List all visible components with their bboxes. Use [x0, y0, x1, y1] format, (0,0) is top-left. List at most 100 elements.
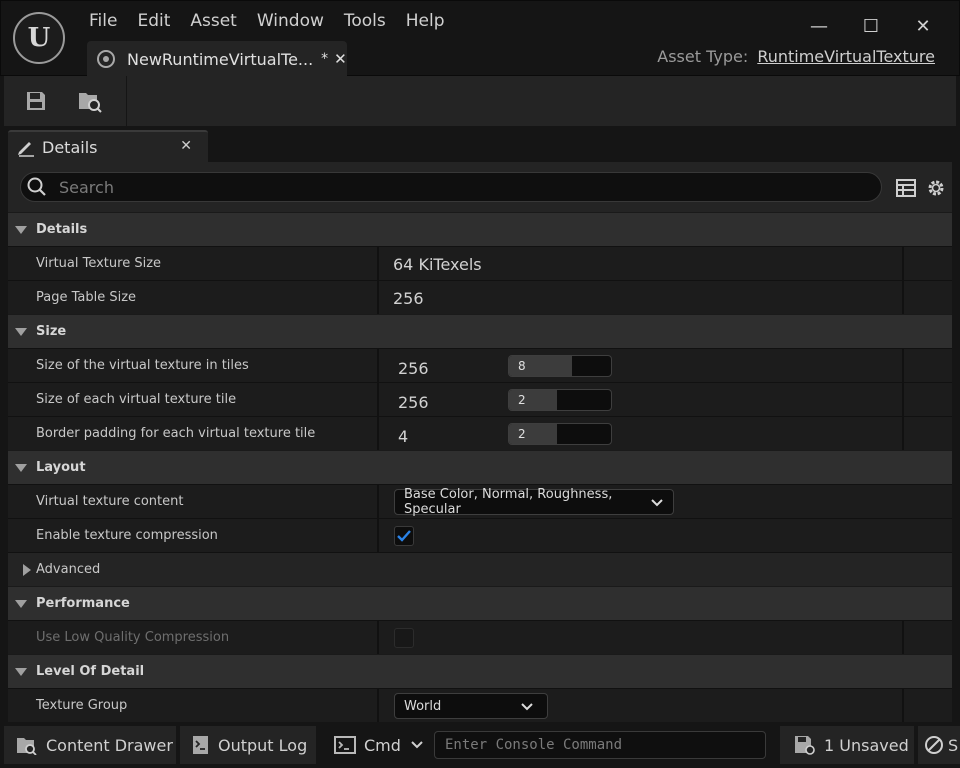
cmd-dropdown[interactable]: Cmd: [320, 726, 430, 764]
property-name: Use Low Quality Compression: [36, 630, 230, 645]
toolbar: [4, 76, 956, 126]
reset-column: [902, 383, 904, 416]
column-splitter[interactable]: [377, 281, 379, 314]
toolbar-separator: [126, 76, 127, 126]
texture-group-dropdown[interactable]: World: [394, 693, 548, 719]
column-splitter[interactable]: [377, 689, 379, 722]
category-size[interactable]: Size: [8, 314, 952, 348]
cmd-label: Cmd: [364, 735, 401, 755]
reset-column: [902, 417, 904, 450]
window-controls: — ☐ ✕: [793, 11, 949, 41]
category-label: Advanced: [36, 562, 101, 577]
close-window-button[interactable]: ✕: [897, 11, 949, 41]
tile-count-spinbox[interactable]: 8: [508, 355, 612, 377]
category-label: Layout: [36, 460, 86, 475]
property-row: Texture Group World: [8, 688, 952, 722]
details-tab[interactable]: Details ✕: [8, 130, 208, 162]
content-drawer-button[interactable]: Content Drawer: [4, 726, 176, 764]
source-control-disabled-icon: [925, 736, 943, 754]
column-splitter[interactable]: [377, 485, 379, 518]
property-row: Enable texture compression: [8, 518, 952, 552]
unreal-logo-icon[interactable]: U: [13, 12, 65, 64]
asset-type: Asset Type: RuntimeVirtualTexture: [657, 47, 935, 66]
virtual-texture-content-dropdown[interactable]: Base Color, Normal, Roughness, Specular: [394, 487, 674, 517]
column-splitter[interactable]: [377, 247, 379, 280]
expanded-arrow-icon: [14, 325, 28, 339]
property-row: Page Table Size 256: [8, 280, 952, 314]
property-name: Border padding for each virtual texture …: [36, 426, 316, 441]
menu-asset[interactable]: Asset: [180, 7, 246, 33]
menu-bar: File Edit Asset Window Tools Help: [79, 7, 455, 33]
spinbox-fill: [509, 424, 557, 444]
document-tab[interactable]: NewRuntimeVirtualTe... * ✕: [87, 41, 347, 77]
search-icon: [27, 177, 46, 196]
property-row: Size of each virtual texture tile 256 2: [8, 382, 952, 416]
property-list: Details Virtual Texture Size 64 KiTexels…: [8, 212, 952, 722]
category-level-of-detail[interactable]: Level Of Detail: [8, 654, 952, 688]
expanded-arrow-icon: [14, 597, 28, 611]
tile-size-spinbox[interactable]: 2: [508, 389, 612, 411]
minimize-button[interactable]: —: [793, 11, 845, 41]
spinbox-value: 8: [518, 359, 526, 373]
property-name: Size of each virtual texture tile: [36, 392, 237, 407]
property-row: Virtual Texture Size 64 KiTexels: [8, 246, 952, 280]
menu-help[interactable]: Help: [396, 7, 455, 33]
border-padding-spinbox[interactable]: 2: [508, 423, 612, 445]
gear-icon[interactable]: [926, 178, 946, 198]
browse-icon: [79, 93, 102, 113]
property-value: 256: [398, 393, 429, 412]
low-quality-compression-checkbox: [394, 628, 414, 648]
column-splitter[interactable]: [377, 383, 379, 416]
property-name: Virtual Texture Size: [36, 256, 162, 271]
property-row: Use Low Quality Compression: [8, 620, 952, 654]
column-splitter[interactable]: [377, 417, 379, 450]
menu-tools[interactable]: Tools: [334, 7, 396, 33]
menu-file[interactable]: File: [79, 7, 127, 33]
expanded-arrow-icon: [14, 223, 28, 237]
source-control-button[interactable]: S: [918, 726, 960, 764]
title-bar: U File Edit Asset Window Tools Help — ☐ …: [0, 0, 960, 77]
reset-column: [902, 349, 904, 382]
category-performance[interactable]: Performance: [8, 586, 952, 620]
dropdown-value: Base Color, Normal, Roughness, Specular: [404, 487, 613, 517]
category-layout[interactable]: Layout: [8, 450, 952, 484]
reset-column: [902, 247, 904, 280]
menu-window[interactable]: Window: [247, 7, 334, 33]
maximize-button[interactable]: ☐: [845, 11, 897, 41]
category-label: Details: [36, 222, 88, 237]
save-icon: [27, 92, 45, 110]
texture-compression-checkbox[interactable]: [394, 526, 414, 546]
property-value: 64 KiTexels: [393, 255, 482, 274]
unsaved-button[interactable]: 1 Unsaved: [780, 726, 914, 764]
category-details[interactable]: Details: [8, 212, 952, 246]
expanded-arrow-icon: [14, 461, 28, 475]
column-splitter[interactable]: [377, 349, 379, 382]
property-name: Virtual texture content: [36, 494, 184, 509]
search-input[interactable]: [59, 177, 839, 197]
asset-type-link[interactable]: RuntimeVirtualTexture: [757, 47, 935, 66]
category-advanced[interactable]: Advanced: [8, 552, 952, 586]
reset-column: [902, 689, 904, 722]
menu-edit[interactable]: Edit: [127, 7, 180, 33]
close-tab-button[interactable]: ✕: [334, 50, 347, 68]
close-details-tab-button[interactable]: ✕: [180, 138, 192, 154]
property-name: Texture Group: [36, 698, 128, 713]
expanded-arrow-icon: [14, 665, 28, 679]
column-splitter[interactable]: [377, 519, 379, 552]
search-box: [20, 172, 882, 202]
output-log-button[interactable]: Output Log: [180, 726, 316, 764]
checkmark-icon: [397, 530, 411, 542]
console-command-input[interactable]: [434, 731, 766, 759]
save-button[interactable]: [22, 88, 50, 114]
column-splitter[interactable]: [377, 621, 379, 654]
table-view-icon[interactable]: [896, 178, 916, 198]
output-log-icon: [193, 736, 208, 754]
category-label: Performance: [36, 596, 130, 611]
chevron-down-icon: [521, 703, 533, 711]
property-row: Virtual texture content Base Color, Norm…: [8, 484, 952, 518]
reset-column: [902, 621, 904, 654]
output-log-label: Output Log: [218, 735, 308, 755]
content-drawer-icon: [17, 738, 37, 755]
category-label: Level Of Detail: [36, 664, 145, 679]
browse-to-asset-button[interactable]: [76, 88, 104, 114]
